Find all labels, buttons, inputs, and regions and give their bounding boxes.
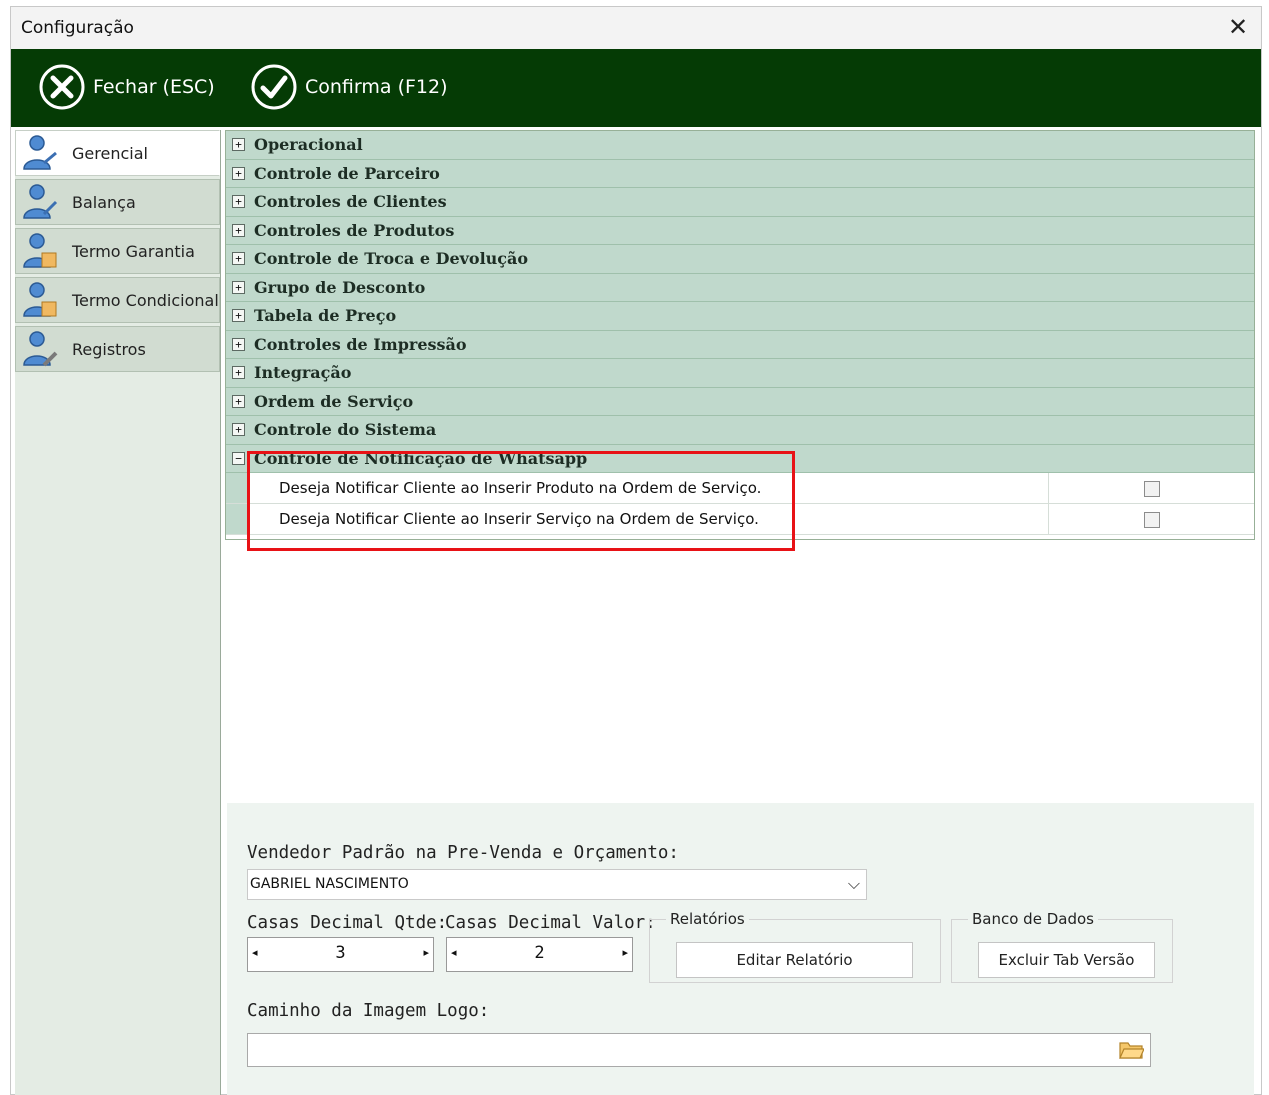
- title-bar: Configuração ✕: [11, 7, 1261, 49]
- sidebar-item-label: Termo Garantia: [72, 241, 195, 261]
- category-grupo-desconto[interactable]: + Grupo de Desconto: [226, 273, 1254, 302]
- casas-valor-label: Casas Decimal Valor:: [445, 913, 656, 933]
- caminho-label: Caminho da Imagem Logo:: [247, 1001, 490, 1021]
- category-controles-impressao[interactable]: + Controles de Impressão: [226, 330, 1254, 359]
- vendedor-select[interactable]: GABRIEL NASCIMENTO ⌵: [247, 869, 867, 900]
- confirma-label: Confirma (F12): [305, 76, 448, 98]
- relatorios-group-title: Relatórios: [666, 910, 749, 928]
- category-label: Controles de Produtos: [254, 220, 455, 240]
- expand-icon[interactable]: +: [232, 223, 245, 237]
- option-label: Deseja Notificar Cliente ao Inserir Prod…: [249, 473, 1049, 503]
- sidebar: Gerencial Balança Termo Garantia Termo C…: [15, 130, 221, 1095]
- casas-qtde-value: 3: [335, 943, 346, 963]
- category-controle-sistema[interactable]: + Controle do Sistema: [226, 416, 1254, 445]
- expand-icon[interactable]: +: [232, 394, 245, 408]
- notify-produto-checkbox[interactable]: [1144, 481, 1160, 497]
- excluir-tab-versao-button[interactable]: Excluir Tab Versão: [978, 942, 1155, 978]
- sidebar-item-termo-garantia[interactable]: Termo Garantia: [15, 228, 220, 274]
- option-row: Deseja Notificar Cliente ao Inserir Serv…: [226, 504, 1254, 535]
- category-label: Controles de Impressão: [254, 334, 467, 354]
- toolbar: Fechar (ESC) Confirma (F12): [11, 49, 1261, 127]
- increase-icon[interactable]: ▸: [622, 946, 628, 959]
- close-icon[interactable]: ✕: [1221, 11, 1255, 43]
- config-window: Configuração ✕ Fechar (ESC) Confirma (F1…: [10, 6, 1262, 1095]
- category-integracao[interactable]: + Integração: [226, 359, 1254, 388]
- expand-icon[interactable]: +: [232, 423, 245, 437]
- confirma-button[interactable]: Confirma (F12): [249, 61, 448, 113]
- category-label: Controle do Sistema: [254, 420, 437, 440]
- sidebar-item-termo-condicional[interactable]: Termo Condicional: [15, 277, 220, 323]
- expand-icon[interactable]: +: [232, 195, 245, 209]
- sidebar-item-registros[interactable]: Registros: [15, 326, 220, 372]
- sidebar-item-label: Registros: [72, 339, 146, 359]
- option-label: Deseja Notificar Cliente ao Inserir Serv…: [249, 504, 1049, 534]
- user-document-icon: [23, 282, 57, 317]
- editar-relatorio-button[interactable]: Editar Relatório: [676, 942, 913, 978]
- check-circle-icon: [251, 64, 297, 110]
- close-circle-icon: [39, 64, 85, 110]
- category-label: Tabela de Preço: [254, 306, 397, 326]
- category-label: Controle de Parceiro: [254, 163, 440, 183]
- option-row: Deseja Notificar Cliente ao Inserir Prod…: [226, 473, 1254, 504]
- expand-icon[interactable]: +: [232, 166, 245, 180]
- casas-valor-spinner[interactable]: ◂ 2 ▸: [446, 937, 633, 972]
- expand-icon[interactable]: +: [232, 138, 245, 152]
- category-troca-devolucao[interactable]: + Controle de Troca e Devolução: [226, 245, 1254, 274]
- category-label: Controle de Troca e Devolução: [254, 249, 529, 269]
- fechar-button[interactable]: Fechar (ESC): [37, 61, 215, 113]
- category-label: Grupo de Desconto: [254, 277, 426, 297]
- window-title: Configuração: [21, 18, 134, 38]
- category-notificacao-whatsapp[interactable]: − Controle de Notificação de Whatsapp: [226, 444, 1254, 473]
- expand-icon[interactable]: +: [232, 280, 245, 294]
- user-edit-icon: [23, 184, 58, 219]
- sidebar-item-label: Balança: [72, 192, 136, 212]
- casas-qtde-spinner[interactable]: ◂ 3 ▸: [247, 937, 434, 972]
- expand-icon[interactable]: +: [232, 337, 245, 351]
- category-controles-produtos[interactable]: + Controles de Produtos: [226, 216, 1254, 245]
- category-label: Operacional: [254, 135, 363, 155]
- category-controles-clientes[interactable]: + Controles de Clientes: [226, 188, 1254, 217]
- expand-icon[interactable]: +: [232, 366, 245, 380]
- increase-icon[interactable]: ▸: [423, 946, 429, 959]
- notify-servico-checkbox[interactable]: [1144, 512, 1160, 528]
- user-document-icon: [23, 233, 57, 268]
- collapse-icon[interactable]: −: [232, 451, 245, 465]
- sidebar-item-label: Gerencial: [72, 143, 148, 163]
- category-operacional[interactable]: + Operacional: [226, 131, 1254, 160]
- user-settings-icon: [23, 135, 57, 170]
- banco-dados-group-title: Banco de Dados: [968, 910, 1098, 928]
- category-tabela-preco[interactable]: + Tabela de Preço: [226, 302, 1254, 331]
- chevron-down-icon[interactable]: ⌵: [848, 874, 860, 894]
- category-ordem-servico[interactable]: + Ordem de Serviço: [226, 387, 1254, 416]
- expand-icon[interactable]: +: [232, 252, 245, 266]
- expand-icon[interactable]: +: [232, 309, 245, 323]
- vendedor-label: Vendedor Padrão na Pre-Venda e Orçamento…: [247, 843, 679, 863]
- sidebar-item-balanca[interactable]: Balança: [15, 179, 220, 225]
- config-tree: + Operacional + Controle de Parceiro + C…: [225, 130, 1255, 540]
- casas-qtde-label: Casas Decimal Qtde:: [247, 913, 448, 933]
- user-tools-icon: [23, 331, 58, 367]
- sidebar-item-label: Termo Condicional: [72, 290, 219, 310]
- bottom-panel: Vendedor Padrão na Pre-Venda e Orçamento…: [227, 803, 1254, 1095]
- vendedor-value: GABRIEL NASCIMENTO: [250, 876, 409, 892]
- caminho-input[interactable]: [247, 1033, 1151, 1067]
- sidebar-item-gerencial[interactable]: Gerencial: [15, 130, 220, 176]
- category-label: Ordem de Serviço: [254, 391, 414, 411]
- category-label: Controles de Clientes: [254, 192, 447, 212]
- casas-valor-value: 2: [534, 943, 545, 963]
- category-controle-parceiro[interactable]: + Controle de Parceiro: [226, 159, 1254, 188]
- category-label: Controle de Notificação de Whatsapp: [254, 448, 588, 468]
- fechar-label: Fechar (ESC): [93, 76, 215, 98]
- folder-open-icon[interactable]: [1118, 1039, 1144, 1061]
- category-label: Integração: [254, 363, 352, 383]
